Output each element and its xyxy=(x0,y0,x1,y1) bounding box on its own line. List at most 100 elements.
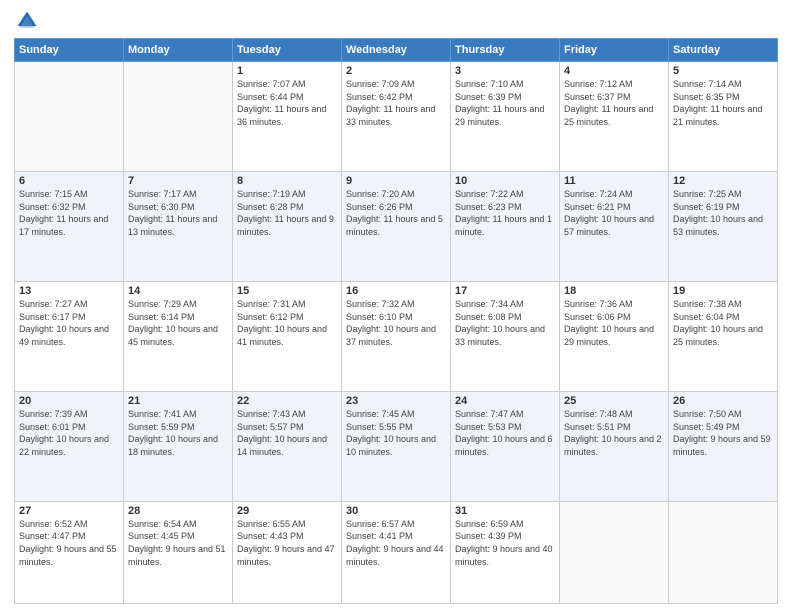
day-info: Sunrise: 7:22 AM Sunset: 6:23 PM Dayligh… xyxy=(455,188,555,238)
day-info: Sunrise: 6:55 AM Sunset: 4:43 PM Dayligh… xyxy=(237,518,337,568)
day-info: Sunrise: 7:34 AM Sunset: 6:08 PM Dayligh… xyxy=(455,298,555,348)
calendar-week-row: 20Sunrise: 7:39 AM Sunset: 6:01 PM Dayli… xyxy=(15,391,778,501)
calendar-cell xyxy=(124,62,233,172)
day-info: Sunrise: 6:54 AM Sunset: 4:45 PM Dayligh… xyxy=(128,518,228,568)
day-info: Sunrise: 7:10 AM Sunset: 6:39 PM Dayligh… xyxy=(455,78,555,128)
calendar-cell: 21Sunrise: 7:41 AM Sunset: 5:59 PM Dayli… xyxy=(124,391,233,501)
calendar-cell: 19Sunrise: 7:38 AM Sunset: 6:04 PM Dayli… xyxy=(669,281,778,391)
calendar-cell: 31Sunrise: 6:59 AM Sunset: 4:39 PM Dayli… xyxy=(451,501,560,603)
day-number: 2 xyxy=(346,65,446,77)
calendar-cell: 4Sunrise: 7:12 AM Sunset: 6:37 PM Daylig… xyxy=(560,62,669,172)
calendar-cell: 13Sunrise: 7:27 AM Sunset: 6:17 PM Dayli… xyxy=(15,281,124,391)
day-number: 29 xyxy=(237,505,337,517)
day-info: Sunrise: 7:07 AM Sunset: 6:44 PM Dayligh… xyxy=(237,78,337,128)
day-number: 1 xyxy=(237,65,337,77)
day-number: 4 xyxy=(564,65,664,77)
calendar-week-row: 6Sunrise: 7:15 AM Sunset: 6:32 PM Daylig… xyxy=(15,171,778,281)
day-number: 6 xyxy=(19,175,119,187)
day-number: 21 xyxy=(128,395,228,407)
calendar-week-row: 1Sunrise: 7:07 AM Sunset: 6:44 PM Daylig… xyxy=(15,62,778,172)
calendar-cell: 30Sunrise: 6:57 AM Sunset: 4:41 PM Dayli… xyxy=(342,501,451,603)
day-info: Sunrise: 7:38 AM Sunset: 6:04 PM Dayligh… xyxy=(673,298,773,348)
weekday-header-saturday: Saturday xyxy=(669,39,778,62)
day-info: Sunrise: 7:41 AM Sunset: 5:59 PM Dayligh… xyxy=(128,408,228,458)
calendar-cell: 12Sunrise: 7:25 AM Sunset: 6:19 PM Dayli… xyxy=(669,171,778,281)
calendar-cell: 28Sunrise: 6:54 AM Sunset: 4:45 PM Dayli… xyxy=(124,501,233,603)
weekday-header-wednesday: Wednesday xyxy=(342,39,451,62)
header xyxy=(14,10,778,32)
calendar-cell: 24Sunrise: 7:47 AM Sunset: 5:53 PM Dayli… xyxy=(451,391,560,501)
calendar-header-row: SundayMondayTuesdayWednesdayThursdayFrid… xyxy=(15,39,778,62)
day-number: 3 xyxy=(455,65,555,77)
weekday-header-friday: Friday xyxy=(560,39,669,62)
calendar-cell: 20Sunrise: 7:39 AM Sunset: 6:01 PM Dayli… xyxy=(15,391,124,501)
day-number: 23 xyxy=(346,395,446,407)
weekday-header-thursday: Thursday xyxy=(451,39,560,62)
day-info: Sunrise: 6:52 AM Sunset: 4:47 PM Dayligh… xyxy=(19,518,119,568)
day-info: Sunrise: 7:31 AM Sunset: 6:12 PM Dayligh… xyxy=(237,298,337,348)
calendar-cell: 7Sunrise: 7:17 AM Sunset: 6:30 PM Daylig… xyxy=(124,171,233,281)
day-info: Sunrise: 7:39 AM Sunset: 6:01 PM Dayligh… xyxy=(19,408,119,458)
calendar-cell: 25Sunrise: 7:48 AM Sunset: 5:51 PM Dayli… xyxy=(560,391,669,501)
calendar-cell: 11Sunrise: 7:24 AM Sunset: 6:21 PM Dayli… xyxy=(560,171,669,281)
calendar-cell: 14Sunrise: 7:29 AM Sunset: 6:14 PM Dayli… xyxy=(124,281,233,391)
day-number: 7 xyxy=(128,175,228,187)
day-number: 5 xyxy=(673,65,773,77)
calendar-cell xyxy=(669,501,778,603)
day-number: 9 xyxy=(346,175,446,187)
day-number: 27 xyxy=(19,505,119,517)
day-number: 13 xyxy=(19,285,119,297)
day-info: Sunrise: 7:50 AM Sunset: 5:49 PM Dayligh… xyxy=(673,408,773,458)
calendar-cell: 23Sunrise: 7:45 AM Sunset: 5:55 PM Dayli… xyxy=(342,391,451,501)
day-number: 26 xyxy=(673,395,773,407)
day-info: Sunrise: 7:14 AM Sunset: 6:35 PM Dayligh… xyxy=(673,78,773,128)
calendar-table: SundayMondayTuesdayWednesdayThursdayFrid… xyxy=(14,38,778,604)
logo-icon xyxy=(16,10,38,32)
day-info: Sunrise: 7:45 AM Sunset: 5:55 PM Dayligh… xyxy=(346,408,446,458)
day-info: Sunrise: 7:43 AM Sunset: 5:57 PM Dayligh… xyxy=(237,408,337,458)
day-number: 28 xyxy=(128,505,228,517)
day-info: Sunrise: 7:09 AM Sunset: 6:42 PM Dayligh… xyxy=(346,78,446,128)
calendar-cell: 16Sunrise: 7:32 AM Sunset: 6:10 PM Dayli… xyxy=(342,281,451,391)
day-number: 11 xyxy=(564,175,664,187)
day-number: 16 xyxy=(346,285,446,297)
logo xyxy=(14,10,40,32)
calendar-cell: 3Sunrise: 7:10 AM Sunset: 6:39 PM Daylig… xyxy=(451,62,560,172)
calendar-week-row: 27Sunrise: 6:52 AM Sunset: 4:47 PM Dayli… xyxy=(15,501,778,603)
calendar-cell: 10Sunrise: 7:22 AM Sunset: 6:23 PM Dayli… xyxy=(451,171,560,281)
calendar-cell: 29Sunrise: 6:55 AM Sunset: 4:43 PM Dayli… xyxy=(233,501,342,603)
day-info: Sunrise: 6:57 AM Sunset: 4:41 PM Dayligh… xyxy=(346,518,446,568)
calendar-cell: 17Sunrise: 7:34 AM Sunset: 6:08 PM Dayli… xyxy=(451,281,560,391)
day-number: 25 xyxy=(564,395,664,407)
day-info: Sunrise: 7:36 AM Sunset: 6:06 PM Dayligh… xyxy=(564,298,664,348)
day-info: Sunrise: 6:59 AM Sunset: 4:39 PM Dayligh… xyxy=(455,518,555,568)
day-number: 12 xyxy=(673,175,773,187)
day-info: Sunrise: 7:20 AM Sunset: 6:26 PM Dayligh… xyxy=(346,188,446,238)
day-number: 17 xyxy=(455,285,555,297)
day-info: Sunrise: 7:32 AM Sunset: 6:10 PM Dayligh… xyxy=(346,298,446,348)
day-info: Sunrise: 7:47 AM Sunset: 5:53 PM Dayligh… xyxy=(455,408,555,458)
day-number: 22 xyxy=(237,395,337,407)
day-number: 10 xyxy=(455,175,555,187)
calendar-cell: 5Sunrise: 7:14 AM Sunset: 6:35 PM Daylig… xyxy=(669,62,778,172)
calendar-cell: 1Sunrise: 7:07 AM Sunset: 6:44 PM Daylig… xyxy=(233,62,342,172)
day-number: 14 xyxy=(128,285,228,297)
weekday-header-monday: Monday xyxy=(124,39,233,62)
calendar-cell: 9Sunrise: 7:20 AM Sunset: 6:26 PM Daylig… xyxy=(342,171,451,281)
day-info: Sunrise: 7:15 AM Sunset: 6:32 PM Dayligh… xyxy=(19,188,119,238)
day-number: 24 xyxy=(455,395,555,407)
page: SundayMondayTuesdayWednesdayThursdayFrid… xyxy=(0,0,792,612)
calendar-cell: 26Sunrise: 7:50 AM Sunset: 5:49 PM Dayli… xyxy=(669,391,778,501)
day-number: 31 xyxy=(455,505,555,517)
day-info: Sunrise: 7:27 AM Sunset: 6:17 PM Dayligh… xyxy=(19,298,119,348)
day-number: 18 xyxy=(564,285,664,297)
calendar-cell: 15Sunrise: 7:31 AM Sunset: 6:12 PM Dayli… xyxy=(233,281,342,391)
day-info: Sunrise: 7:17 AM Sunset: 6:30 PM Dayligh… xyxy=(128,188,228,238)
calendar-cell: 22Sunrise: 7:43 AM Sunset: 5:57 PM Dayli… xyxy=(233,391,342,501)
day-number: 30 xyxy=(346,505,446,517)
calendar-cell: 6Sunrise: 7:15 AM Sunset: 6:32 PM Daylig… xyxy=(15,171,124,281)
day-info: Sunrise: 7:25 AM Sunset: 6:19 PM Dayligh… xyxy=(673,188,773,238)
calendar-cell: 27Sunrise: 6:52 AM Sunset: 4:47 PM Dayli… xyxy=(15,501,124,603)
day-number: 15 xyxy=(237,285,337,297)
weekday-header-sunday: Sunday xyxy=(15,39,124,62)
